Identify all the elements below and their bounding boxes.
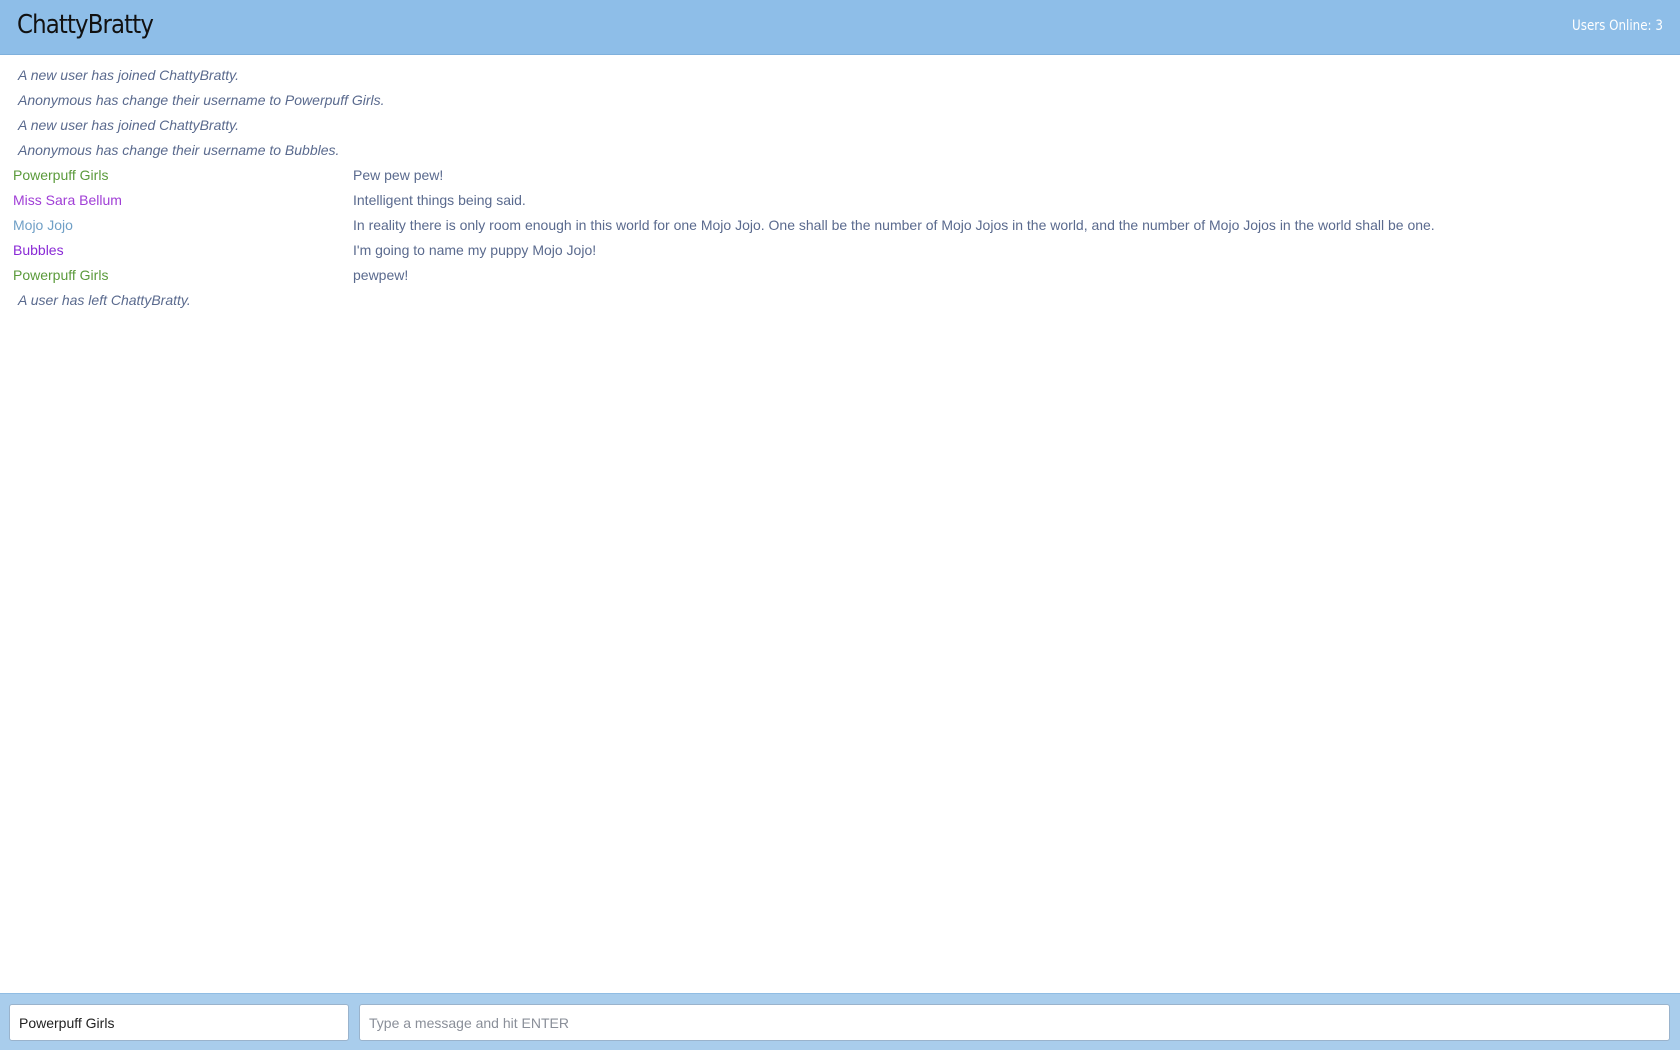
app-brand: ChattyBratty xyxy=(17,10,154,40)
chat-footer xyxy=(0,993,1680,1050)
message-username: Mojo Jojo xyxy=(13,217,73,233)
chat-app: ChattyBratty Users Online: 3 A new user … xyxy=(0,0,1680,1050)
system-notification: Anonymous has change their username to P… xyxy=(18,92,385,108)
message-username: Miss Sara Bellum xyxy=(13,192,122,208)
system-notification: Anonymous has change their username to B… xyxy=(18,142,340,158)
message-content: Intelligent things being said. xyxy=(353,192,526,208)
chat-message: Powerpuff Girls pewpew! xyxy=(0,263,1680,288)
message-input[interactable] xyxy=(359,1004,1670,1041)
system-notification: A new user has joined ChattyBratty. xyxy=(18,117,239,133)
username-input[interactable] xyxy=(9,1004,349,1041)
message-content: Pew pew pew! xyxy=(353,167,444,183)
chat-message: Bubbles I'm going to name my puppy Mojo J… xyxy=(0,238,1680,263)
chat-message: Miss Sara Bellum Intelligent things being… xyxy=(0,188,1680,213)
users-online-count: Users Online: 3 xyxy=(1572,18,1663,34)
navbar: ChattyBratty Users Online: 3 xyxy=(0,0,1680,55)
system-notification: A new user has joined ChattyBratty. xyxy=(18,67,239,83)
chat-message: Powerpuff Girls Pew pew pew! xyxy=(0,163,1680,188)
message-username: Bubbles xyxy=(13,242,64,258)
message-content: In reality there is only room enough in … xyxy=(353,217,1435,233)
chat-message: Mojo Jojo In reality there is only room e… xyxy=(0,213,1680,238)
message-content: pewpew! xyxy=(353,267,409,283)
message-username: Powerpuff Girls xyxy=(13,267,109,283)
message-list: A new user has joined ChattyBratty. Anony… xyxy=(0,63,1680,993)
message-username: Powerpuff Girls xyxy=(13,167,109,183)
system-notification: A user has left ChattyBratty. xyxy=(18,292,191,308)
message-content: I'm going to name my puppy Mojo Jojo! xyxy=(353,242,597,258)
